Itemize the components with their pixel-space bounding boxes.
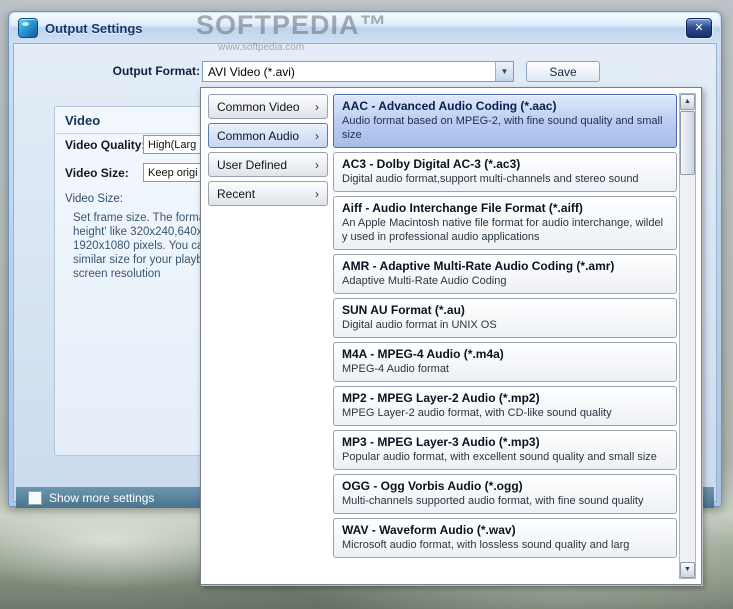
show-more-settings-checkbox[interactable] xyxy=(28,490,42,505)
app-icon xyxy=(18,18,38,38)
scroll-up-button[interactable]: ▲ xyxy=(680,94,695,110)
format-title: AMR - Adaptive Multi-Rate Audio Coding (… xyxy=(342,259,615,273)
format-list-item[interactable]: M4A - MPEG-4 Audio (*.m4a) MPEG-4 Audio … xyxy=(333,342,677,382)
format-title: Aiff - Audio Interchange File Format (*.… xyxy=(342,201,583,215)
output-format-value: AVI Video (*.avi) xyxy=(208,64,295,79)
chevron-right-icon: › xyxy=(315,157,319,172)
format-description: Audio format based on MPEG-2, with fine … xyxy=(342,115,663,141)
chevron-right-icon: › xyxy=(315,99,319,114)
format-list-item[interactable]: AC3 - Dolby Digital AC-3 (*.ac3) Digital… xyxy=(333,152,677,192)
format-title: OGG - Ogg Vorbis Audio (*.ogg) xyxy=(342,479,523,493)
category-label: Common Video xyxy=(217,99,300,114)
show-more-settings-label[interactable]: Show more settings xyxy=(49,491,154,505)
format-list-item[interactable]: MP2 - MPEG Layer-2 Audio (*.mp2) MPEG La… xyxy=(333,386,677,426)
format-description: Popular audio format, with excellent sou… xyxy=(342,451,657,463)
combo-arrow-icon: ▼ xyxy=(495,62,513,81)
category-button[interactable]: Recent › xyxy=(208,181,328,206)
format-description: MPEG-4 Audio format xyxy=(342,363,449,375)
titlebar[interactable]: Output Settings ✕ xyxy=(10,13,720,43)
format-description: Multi-channels supported audio format, w… xyxy=(342,495,644,507)
video-group-title: Video xyxy=(65,113,101,128)
format-title: SUN AU Format (*.au) xyxy=(342,303,465,317)
format-title: AAC - Advanced Audio Coding (*.aac) xyxy=(342,99,557,113)
video-size-label: Video Size: xyxy=(65,166,129,180)
format-description: Digital audio format,support multi-chann… xyxy=(342,173,639,185)
category-button[interactable]: User Defined › xyxy=(208,152,328,177)
format-description: Microsoft audio format, with lossless so… xyxy=(342,539,630,551)
format-list-item[interactable]: AMR - Adaptive Multi-Rate Audio Coding (… xyxy=(333,254,677,294)
format-list-scrollbar[interactable]: ▲ ▼ xyxy=(679,93,696,579)
category-menu: Common Video › Common Audio › User Defin… xyxy=(208,94,328,210)
format-description: MPEG Layer-2 audio format, with CD-like … xyxy=(342,407,612,419)
format-title: WAV - Waveform Audio (*.wav) xyxy=(342,523,516,537)
chevron-right-icon: › xyxy=(315,186,319,201)
close-button[interactable]: ✕ xyxy=(686,18,712,38)
format-list-item[interactable]: MP3 - MPEG Layer-3 Audio (*.mp3) Popular… xyxy=(333,430,677,470)
format-list-item[interactable]: SUN AU Format (*.au) Digital audio forma… xyxy=(333,298,677,338)
output-format-label: Output Format: xyxy=(112,64,200,78)
format-list-item[interactable]: Aiff - Audio Interchange File Format (*.… xyxy=(333,196,677,250)
category-button[interactable]: Common Video › xyxy=(208,94,328,119)
format-description: Adaptive Multi-Rate Audio Coding xyxy=(342,275,507,287)
save-button[interactable]: Save xyxy=(526,61,600,82)
format-title: MP2 - MPEG Layer-2 Audio (*.mp2) xyxy=(342,391,540,405)
format-dropdown-panel: Common Video › Common Audio › User Defin… xyxy=(200,87,702,585)
format-list-item[interactable]: AAC - Advanced Audio Coding (*.aac) Audi… xyxy=(333,94,677,148)
format-list: AAC - Advanced Audio Coding (*.aac) Audi… xyxy=(333,94,677,578)
format-title: M4A - MPEG-4 Audio (*.m4a) xyxy=(342,347,504,361)
video-size-description-heading: Video Size: xyxy=(65,193,123,205)
format-title: MP3 - MPEG Layer-3 Audio (*.mp3) xyxy=(342,435,540,449)
format-list-item[interactable]: WAV - Waveform Audio (*.wav) Microsoft a… xyxy=(333,518,677,558)
category-button[interactable]: Common Audio › xyxy=(208,123,328,148)
output-format-select[interactable]: AVI Video (*.avi) ▼ xyxy=(202,61,514,82)
chevron-right-icon: › xyxy=(315,128,319,143)
scroll-down-button[interactable]: ▼ xyxy=(680,562,695,578)
video-quality-label: Video Quality: xyxy=(65,138,146,152)
category-label: User Defined xyxy=(217,157,288,172)
format-list-item[interactable]: OGG - Ogg Vorbis Audio (*.ogg) Multi-cha… xyxy=(333,474,677,514)
window-title: Output Settings xyxy=(45,20,143,36)
format-title: AC3 - Dolby Digital AC-3 (*.ac3) xyxy=(342,157,521,171)
format-description: An Apple Macintosh native file format fo… xyxy=(342,217,664,243)
scrollbar-thumb[interactable] xyxy=(680,111,695,175)
category-label: Recent xyxy=(217,186,256,201)
format-description: Digital audio format in UNIX OS xyxy=(342,319,497,331)
category-label: Common Audio xyxy=(217,128,300,143)
